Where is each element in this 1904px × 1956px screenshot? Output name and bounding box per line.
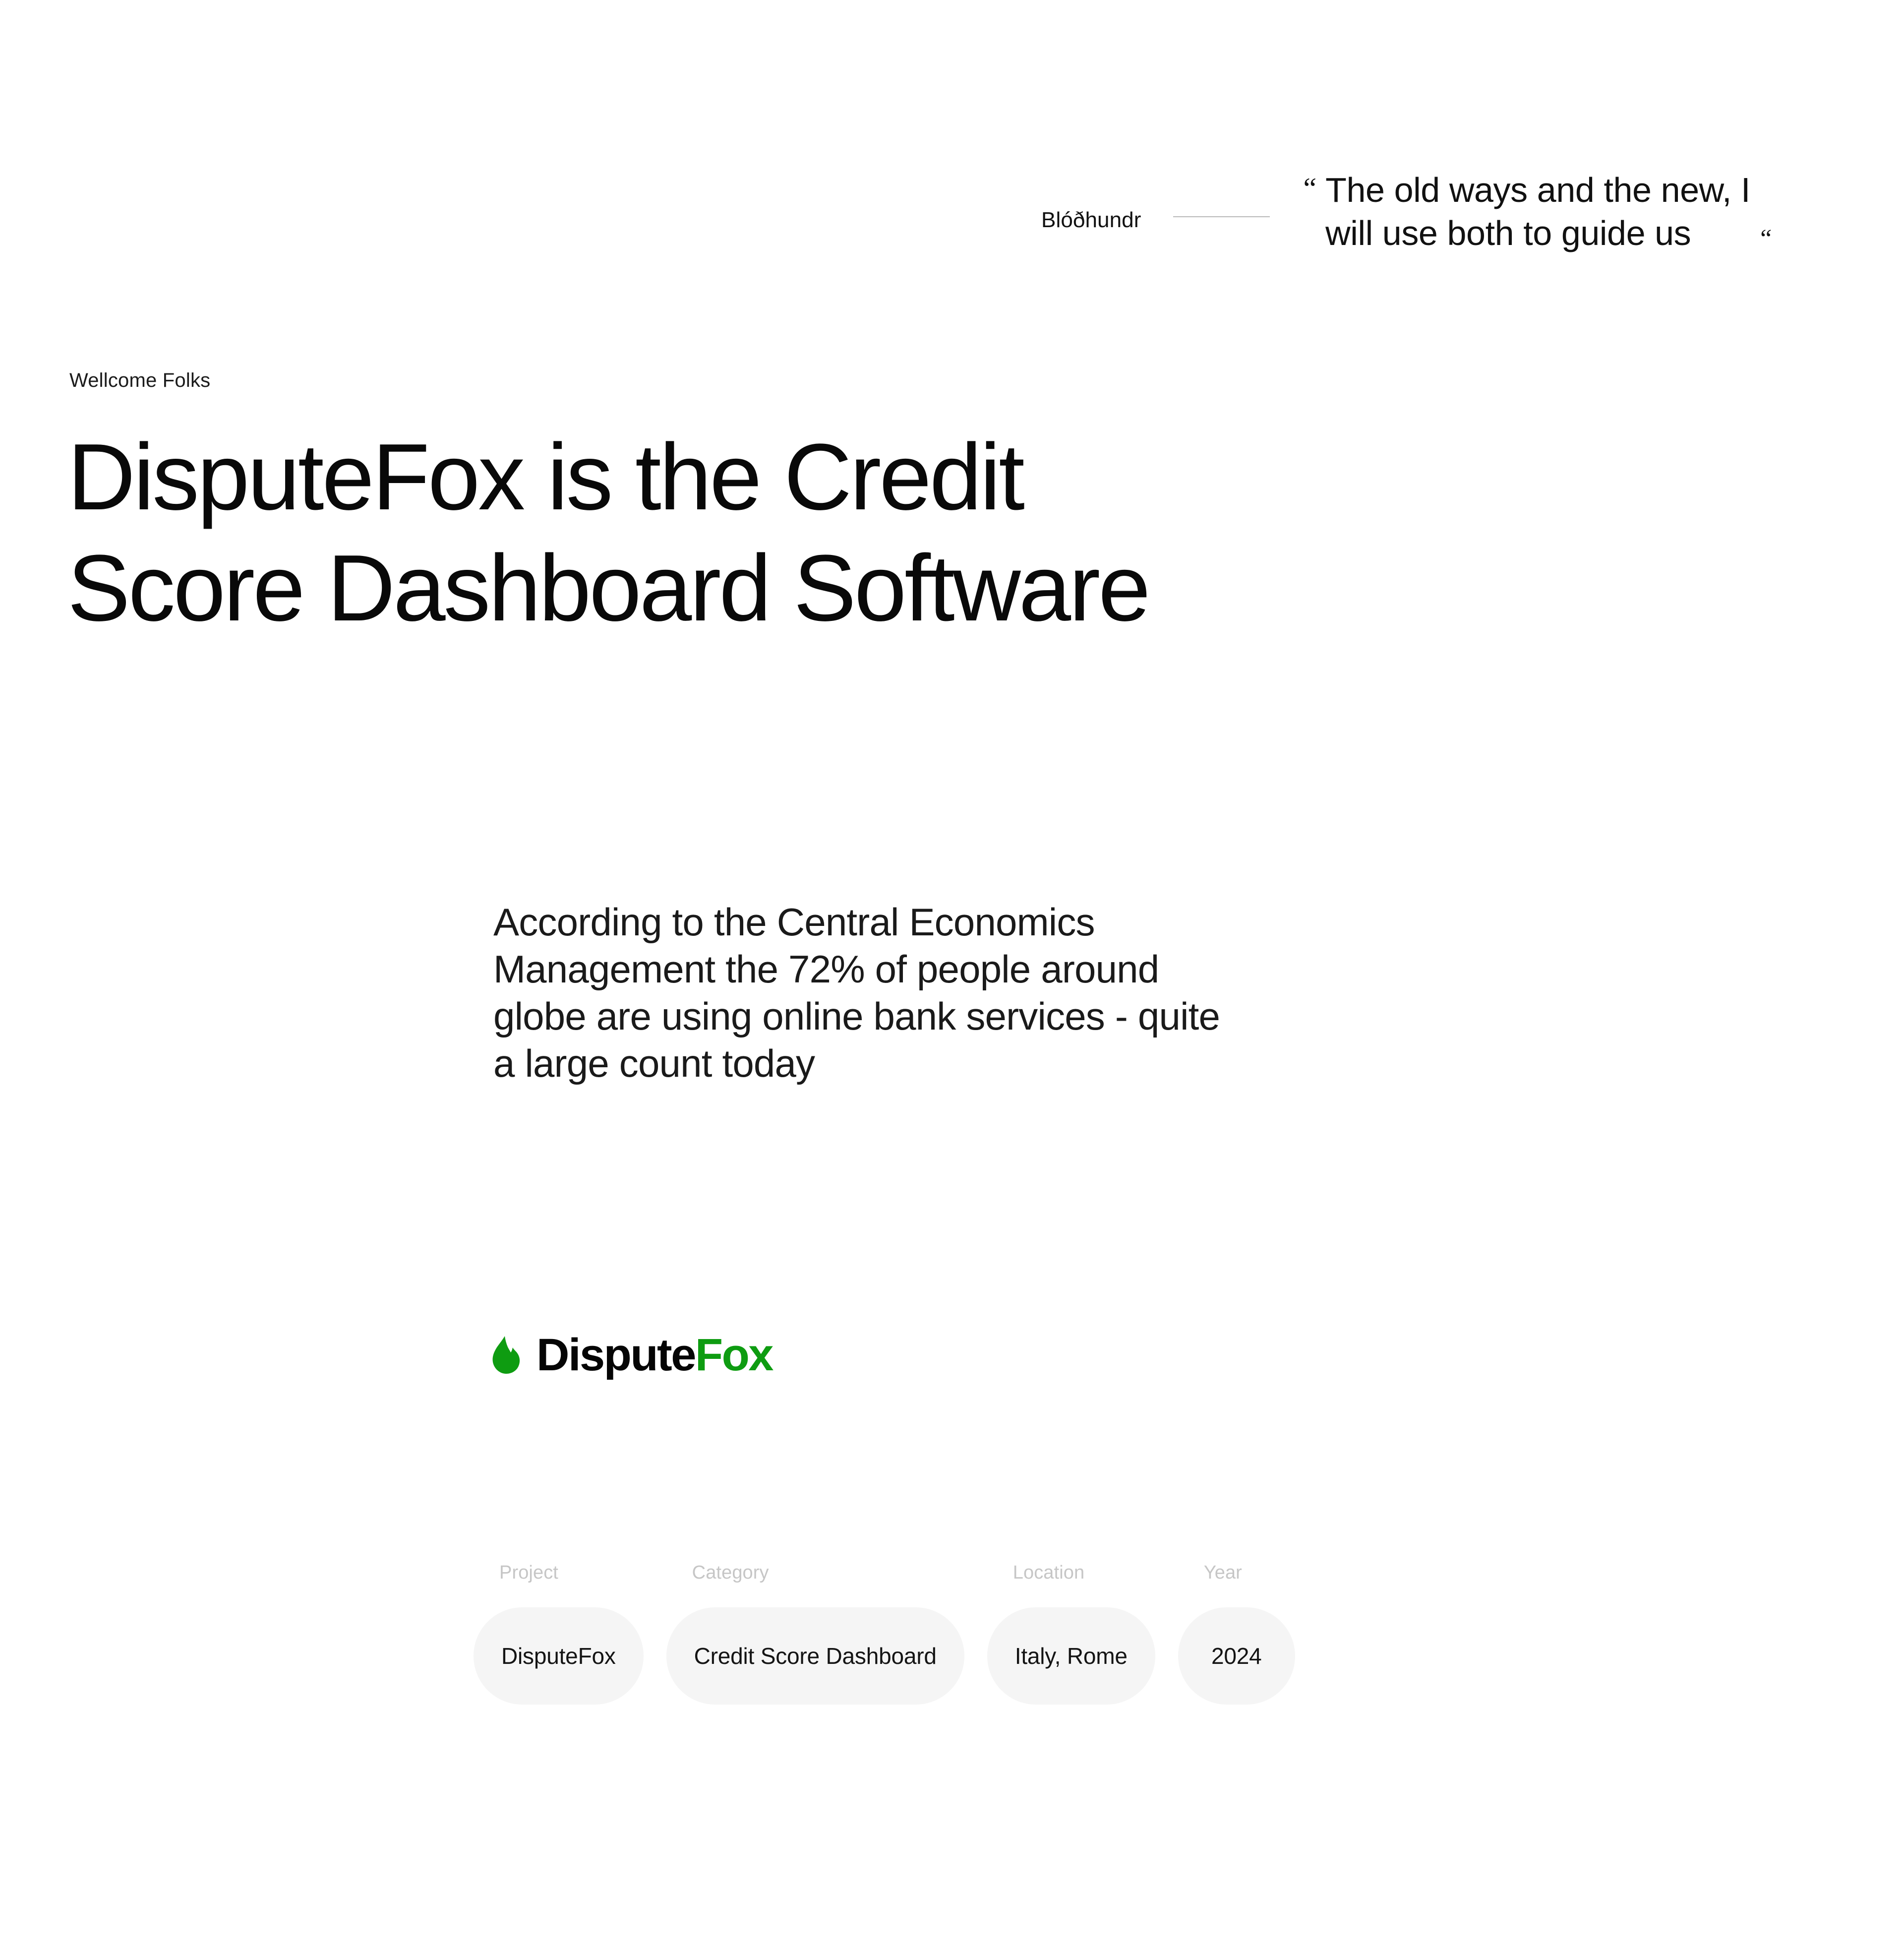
page-title: DisputeFox is the Credit Score Dashboard… [67,425,1151,641]
meta-column-project: Project DisputeFox [474,1562,644,1705]
meta-value-project: DisputeFox [501,1643,616,1669]
meta-column-location: Location Italy, Rome [987,1562,1155,1705]
meta-value-location: Italy, Rome [1014,1643,1128,1669]
hero-page: Blóðhundr “ The old ways and the new, I … [0,0,1904,1956]
attribution-divider [1173,216,1270,217]
attribution-block: Blóðhundr “ The old ways and the new, I … [1041,169,1772,255]
meta-value-category: Credit Score Dashboard [694,1643,937,1669]
quote-open-icon: “ [1303,172,1317,205]
brand-logo[interactable]: DisputeFox [491,1330,774,1380]
brand-name-primary: Dispute [536,1330,696,1380]
quote-text: The old ways and the new, I will use bot… [1325,171,1751,252]
meta-pill-category[interactable]: Credit Score Dashboard [666,1607,964,1705]
meta-pill-location[interactable]: Italy, Rome [987,1607,1155,1705]
meta-label-year: Year [1203,1562,1242,1583]
meta-label-location: Location [1012,1562,1085,1583]
flame-icon [492,1336,520,1374]
meta-pill-year[interactable]: 2024 [1178,1607,1295,1705]
eyebrow-label: Wellcome Folks [69,369,211,391]
brand-wordmark: DisputeFox [536,1330,774,1380]
meta-label-project: Project [499,1562,558,1583]
hero-description: According to the Central Economics Manag… [493,900,1220,1086]
meta-column-year: Year 2024 [1178,1562,1295,1705]
attribution-name: Blóðhundr [1041,208,1141,232]
meta-column-category: Category Credit Score Dashboard [666,1562,964,1705]
brand-name-accent: Fox [695,1330,774,1380]
meta-value-year: 2024 [1211,1643,1262,1669]
quote-close-icon: “ [1760,224,1772,253]
meta-label-category: Category [692,1562,769,1583]
meta-pill-project[interactable]: DisputeFox [474,1607,644,1705]
project-meta: Project DisputeFox Category Credit Score… [474,1562,1295,1705]
quote-block: “ The old ways and the new, I will use b… [1304,169,1772,255]
